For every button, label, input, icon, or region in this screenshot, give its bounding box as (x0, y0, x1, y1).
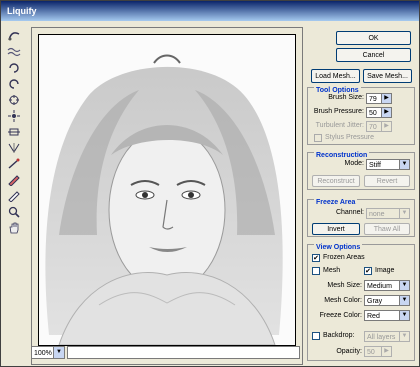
backdrop-checkbox[interactable] (312, 332, 320, 340)
hand-tool-icon[interactable] (5, 221, 23, 235)
preview-frame (31, 27, 303, 365)
chevron-down-icon[interactable]: ▼ (53, 347, 64, 358)
bloat-tool-icon[interactable] (5, 109, 23, 123)
turbulent-jitter-label: Turbulent Jitter: (315, 122, 364, 129)
reconstruct-button[interactable]: Reconstruct (312, 175, 360, 187)
chevron-down-icon[interactable]: ▼ (399, 281, 409, 290)
forward-warp-tool-icon[interactable] (5, 29, 23, 43)
brush-pressure-input[interactable]: 50 ▶ (366, 107, 392, 118)
chevron-down-icon[interactable]: ▼ (399, 160, 409, 169)
twirl-clockwise-tool-icon[interactable] (5, 61, 23, 75)
backdrop-value: All layers (367, 334, 396, 341)
brush-size-label: Brush Size: (328, 94, 364, 101)
turbulence-tool-icon[interactable] (5, 45, 23, 59)
reflection-tool-icon[interactable] (5, 141, 23, 155)
save-mesh-button[interactable]: Save Mesh... (363, 69, 412, 83)
mesh-size-select[interactable]: Medium ▼ (364, 280, 410, 291)
invert-button[interactable]: Invert (312, 223, 360, 235)
frozen-areas-checkbox[interactable]: ✔ (312, 254, 320, 262)
freeze-area-title: Freeze Area (314, 199, 358, 206)
chevron-down-icon[interactable]: ▼ (399, 332, 409, 341)
brush-pressure-value: 50 (369, 110, 377, 117)
freeze-color-label: Freeze Color: (319, 312, 362, 319)
pucker-tool-icon[interactable] (5, 93, 23, 107)
turbulent-jitter-value: 70 (369, 124, 377, 131)
opacity-label: Opacity: (336, 348, 362, 355)
reconstruct-tool-icon[interactable] (5, 157, 23, 171)
channel-label: Channel: (335, 209, 364, 216)
freeze-area-section: Freeze Area Channel: none ▼ Invert Thaw … (307, 199, 415, 237)
brush-size-input[interactable]: 79 ▶ (366, 93, 392, 104)
image-label: Image (375, 267, 395, 274)
tool-options-section: Tool Options Brush Size: 79 ▶ Brush Pres… (307, 87, 415, 145)
stylus-pressure-label: Stylus Pressure (325, 134, 375, 141)
thaw-all-button[interactable]: Thaw All (364, 223, 410, 235)
twirl-counterclockwise-tool-icon[interactable] (5, 77, 23, 91)
image-checkbox[interactable]: ✔ (364, 267, 372, 275)
window-title: Liquify (1, 1, 419, 21)
frozen-areas-label: Frozen Areas (323, 254, 365, 261)
portrait-image (39, 35, 295, 345)
status-bar (67, 346, 300, 359)
ok-button[interactable]: OK (336, 31, 411, 45)
slider-arrow-icon[interactable]: ▶ (381, 108, 391, 117)
freeze-mask-tool-icon[interactable] (5, 173, 23, 187)
slider-arrow-icon[interactable]: ▶ (381, 347, 391, 356)
reconstruction-title: Reconstruction (314, 152, 370, 159)
shift-pixels-tool-icon[interactable] (5, 125, 23, 139)
slider-arrow-icon[interactable]: ▶ (381, 94, 391, 103)
chevron-down-icon[interactable]: ▼ (399, 296, 409, 305)
mesh-color-value: Gray (367, 298, 383, 305)
backdrop-label: Backdrop: (323, 332, 355, 339)
slider-arrow-icon[interactable]: ▶ (381, 122, 391, 131)
mesh-color-select[interactable]: Gray ▼ (364, 295, 410, 306)
chevron-down-icon[interactable]: ▼ (399, 311, 409, 320)
tool-palette (5, 27, 29, 237)
mesh-checkbox[interactable] (312, 267, 320, 275)
chevron-down-icon[interactable]: ▼ (399, 209, 409, 218)
backdrop-select[interactable]: All layers ▼ (364, 331, 410, 342)
view-options-section: View Options ✔ Frozen Areas Mesh ✔ Image… (307, 244, 415, 361)
brush-size-value: 79 (369, 96, 377, 103)
channel-select[interactable]: none ▼ (366, 208, 410, 219)
turbulent-jitter-input[interactable]: 70 ▶ (366, 121, 392, 132)
zoom-value: 100% (34, 350, 52, 357)
view-options-title: View Options (314, 244, 363, 251)
cancel-button[interactable]: Cancel (336, 48, 411, 62)
channel-value: none (369, 211, 385, 218)
mode-select[interactable]: Stiff ▼ (366, 159, 410, 170)
tool-options-title: Tool Options (314, 87, 361, 94)
mode-value: Stiff (369, 162, 381, 169)
freeze-color-select[interactable]: Red ▼ (364, 310, 410, 321)
mesh-color-label: Mesh Color: (324, 297, 362, 304)
zoom-select[interactable]: 100% ▼ (31, 346, 65, 359)
opacity-input[interactable]: 50 ▶ (364, 346, 392, 357)
mesh-size-value: Medium (367, 283, 392, 290)
liquify-dialog: Liquify 100% ▼ OK Cancel Load Mesh... Sa… (0, 0, 420, 367)
zoom-tool-icon[interactable] (5, 205, 23, 219)
opacity-value: 50 (367, 349, 375, 356)
mode-label: Mode: (344, 160, 364, 167)
reconstruction-section: Reconstruction Mode: Stiff ▼ Reconstruct… (307, 152, 415, 190)
load-mesh-button[interactable]: Load Mesh... (311, 69, 360, 83)
freeze-color-value: Red (367, 313, 380, 320)
brush-pressure-label: Brush Pressure: (313, 108, 364, 115)
stylus-pressure-checkbox[interactable] (314, 134, 322, 142)
revert-button[interactable]: Revert (364, 175, 410, 187)
mesh-size-label: Mesh Size: (327, 282, 362, 289)
thaw-mask-tool-icon[interactable] (5, 189, 23, 203)
preview-canvas[interactable] (38, 34, 296, 346)
mesh-label: Mesh (323, 267, 341, 274)
